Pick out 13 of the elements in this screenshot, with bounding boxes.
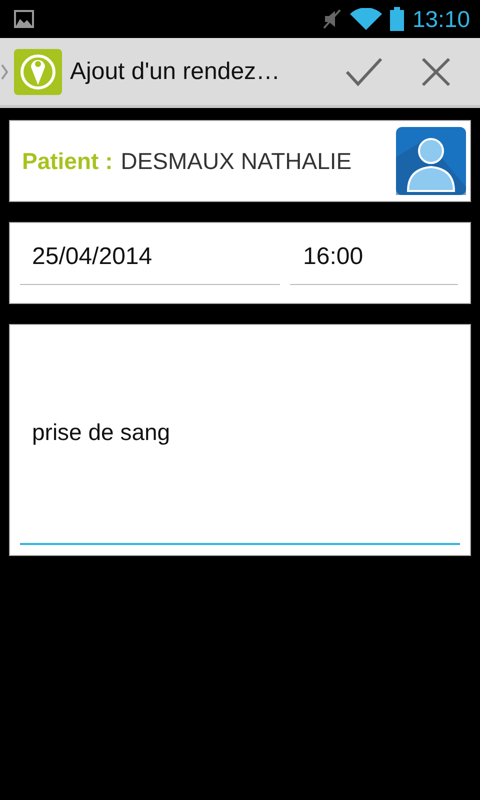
mute-icon [322,8,342,30]
wifi-icon [350,8,382,30]
battery-icon [390,7,404,31]
close-icon [421,56,451,86]
patient-name: DESMAUX NATHALIE [120,146,352,176]
picture-notification-icon [14,10,34,28]
screen-title: Ajout d'un rendez… [70,56,282,86]
clock-time: 13:10 [412,4,470,34]
patient-avatar-icon[interactable] [396,127,466,195]
check-icon [345,56,383,86]
patient-label: Patient : [22,146,113,176]
note-field[interactable]: prise de sang [9,324,471,556]
app-logo-icon [0,46,62,96]
